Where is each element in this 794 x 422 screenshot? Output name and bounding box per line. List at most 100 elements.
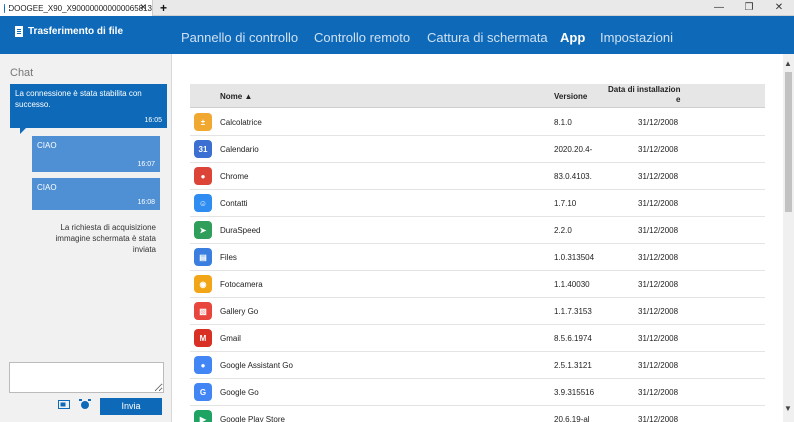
file-transfer-label: Trasferimento di file (28, 26, 124, 37)
scrollbar-thumb[interactable] (785, 72, 792, 212)
app-name: Files (220, 253, 237, 262)
table-row[interactable]: 31 Calendario 2020.20.4- 31/12/2008 (190, 136, 765, 163)
nav-settings[interactable]: Impostazioni (600, 30, 673, 45)
table-row[interactable]: ◉ Fotocamera 1.1.40030 31/12/2008 (190, 271, 765, 298)
table-row[interactable]: ● Chrome 83.0.4103. 31/12/2008 (190, 163, 765, 190)
send-button[interactable]: Invia (100, 398, 162, 415)
duraspeed-icon: ➤ (194, 221, 212, 239)
table-row[interactable]: ▶ Google Play Store 20.6.19-al 31/12/2008 (190, 406, 765, 422)
file-transfer-icon (15, 26, 23, 37)
app-version: 1.7.10 (554, 199, 577, 208)
app-version: 20.6.19-al (554, 415, 590, 422)
app-version: 83.0.4103. (554, 172, 592, 181)
app-version: 2020.20.4- (554, 145, 593, 154)
table-row[interactable]: ▤ Files 1.0.313504 31/12/2008 (190, 244, 765, 271)
app-version: 8.1.0 (554, 118, 572, 127)
play-store-icon: ▶ (194, 410, 212, 422)
camera-icon: ◉ (194, 275, 212, 293)
chrome-icon: ● (194, 167, 212, 185)
table-row[interactable]: G Google Go 3.9.315516 31/12/2008 (190, 379, 765, 406)
app-version: 2.2.0 (554, 226, 572, 235)
title-bar: DOOGEE_X90_X900000000000065813 ✕ + — ❐ ✕ (0, 0, 794, 16)
session-tab[interactable]: DOOGEE_X90_X900000000000065813 ✕ (0, 0, 153, 16)
chat-title: Chat (10, 67, 34, 79)
calendar-icon: 31 (194, 140, 212, 158)
close-window-button[interactable]: ✕ (764, 0, 794, 16)
app-version: 1.0.313504 (554, 253, 595, 262)
restore-button[interactable]: ❐ (734, 0, 764, 16)
column-header-name[interactable]: Nome ▲ (220, 92, 252, 101)
column-header-install-date-wrap: e (676, 95, 681, 104)
nav-bar: Trasferimento di file Pannello di contro… (0, 16, 794, 54)
gallery-go-icon: ▧ (194, 302, 212, 320)
app-install-date: 31/12/2008 (638, 307, 679, 316)
app-install-date: 31/12/2008 (638, 118, 679, 127)
app-install-date: 31/12/2008 (638, 388, 679, 397)
app-install-date: 31/12/2008 (638, 334, 679, 343)
table-header: Nome ▲ Versione Data di installazion e (190, 84, 765, 108)
chat-message: La connessione è stata stabilita con suc… (10, 84, 167, 134)
app-name: Chrome (220, 172, 249, 181)
system-message: La richiesta di acquisizione immagine sc… (55, 223, 157, 254)
column-header-version[interactable]: Versione (554, 92, 587, 101)
app-version: 2.5.1.3121 (554, 361, 592, 370)
table-row[interactable]: ● Google Assistant Go 2.5.1.3121 31/12/2008 (190, 352, 765, 379)
app-name: Google Play Store (220, 415, 285, 422)
app-version: 1.1.7.3153 (554, 307, 592, 316)
nav-screenshot[interactable]: Cattura di schermata (427, 30, 548, 45)
app-name: Gallery Go (220, 307, 259, 316)
app-install-date: 31/12/2008 (638, 253, 679, 262)
app-install-date: 31/12/2008 (638, 226, 679, 235)
chat-message-time: 16:08 (137, 199, 155, 206)
chat-message-text: CIAO (37, 183, 57, 192)
assistant-go-icon: ● (194, 356, 212, 374)
files-icon: ▤ (194, 248, 212, 266)
app-name: DuraSpeed (220, 226, 261, 235)
table-row[interactable]: ± Calcolatrice 8.1.0 31/12/2008 (190, 109, 765, 136)
app-install-date: 31/12/2008 (638, 361, 679, 370)
contacts-icon: ☺ (194, 194, 212, 212)
app-name: Fotocamera (220, 280, 263, 289)
app-install-date: 31/12/2008 (638, 145, 679, 154)
add-tab-icon[interactable]: + (160, 0, 167, 16)
file-transfer-button[interactable]: Trasferimento di file (15, 26, 123, 37)
nav-remote-control[interactable]: Controllo remoto (314, 30, 410, 45)
chat-message-time: 16:07 (137, 161, 155, 168)
chat-message-text: La connessione è stata stabilita con suc… (15, 89, 142, 109)
table-row[interactable]: ➤ DuraSpeed 2.2.0 31/12/2008 (190, 217, 765, 244)
screenshot-tool-icon[interactable] (58, 399, 70, 410)
gmail-icon: M (194, 329, 212, 347)
app-name: Google Go (220, 388, 259, 397)
minimize-button[interactable]: — (704, 0, 734, 16)
vertical-scrollbar[interactable]: ▲ ▼ (783, 54, 794, 422)
app-name: Calendario (220, 145, 259, 154)
app-name: Contatti (220, 199, 248, 208)
nav-app[interactable]: App (560, 30, 585, 45)
app-version: 8.5.6.1974 (554, 334, 592, 343)
chat-message-text: CIAO (37, 141, 57, 150)
table-row[interactable]: ▧ Gallery Go 1.1.7.3153 31/12/2008 (190, 298, 765, 325)
nav-control-panel[interactable]: Pannello di controllo (181, 30, 298, 45)
google-go-icon: G (194, 383, 212, 401)
app-install-date: 31/12/2008 (638, 199, 679, 208)
app-name: Google Assistant Go (220, 361, 293, 370)
app-name: Gmail (220, 334, 241, 343)
scroll-up-icon[interactable]: ▲ (784, 59, 792, 68)
tab-close-icon[interactable]: ✕ (139, 2, 147, 13)
alarm-icon[interactable] (79, 399, 91, 410)
chat-input[interactable] (9, 362, 164, 393)
chat-message: CIAO 16:08 (32, 178, 160, 210)
chat-message-time: 16:05 (144, 117, 162, 124)
app-install-date: 31/12/2008 (638, 415, 679, 422)
session-tab-label: DOOGEE_X90_X900000000000065813 (8, 3, 152, 13)
column-header-install-date[interactable]: Data di installazion (608, 85, 680, 94)
app-install-date: 31/12/2008 (638, 172, 679, 181)
chat-message: CIAO 16:07 (32, 136, 160, 172)
calculator-icon: ± (194, 113, 212, 131)
table-row[interactable]: ☺ Contatti 1.7.10 31/12/2008 (190, 190, 765, 217)
chat-panel: Chat La connessione è stata stabilita co… (0, 54, 172, 422)
app-install-date: 31/12/2008 (638, 280, 679, 289)
app-version: 3.9.315516 (554, 388, 595, 397)
table-row[interactable]: M Gmail 8.5.6.1974 31/12/2008 (190, 325, 765, 352)
scroll-down-icon[interactable]: ▼ (784, 404, 792, 413)
